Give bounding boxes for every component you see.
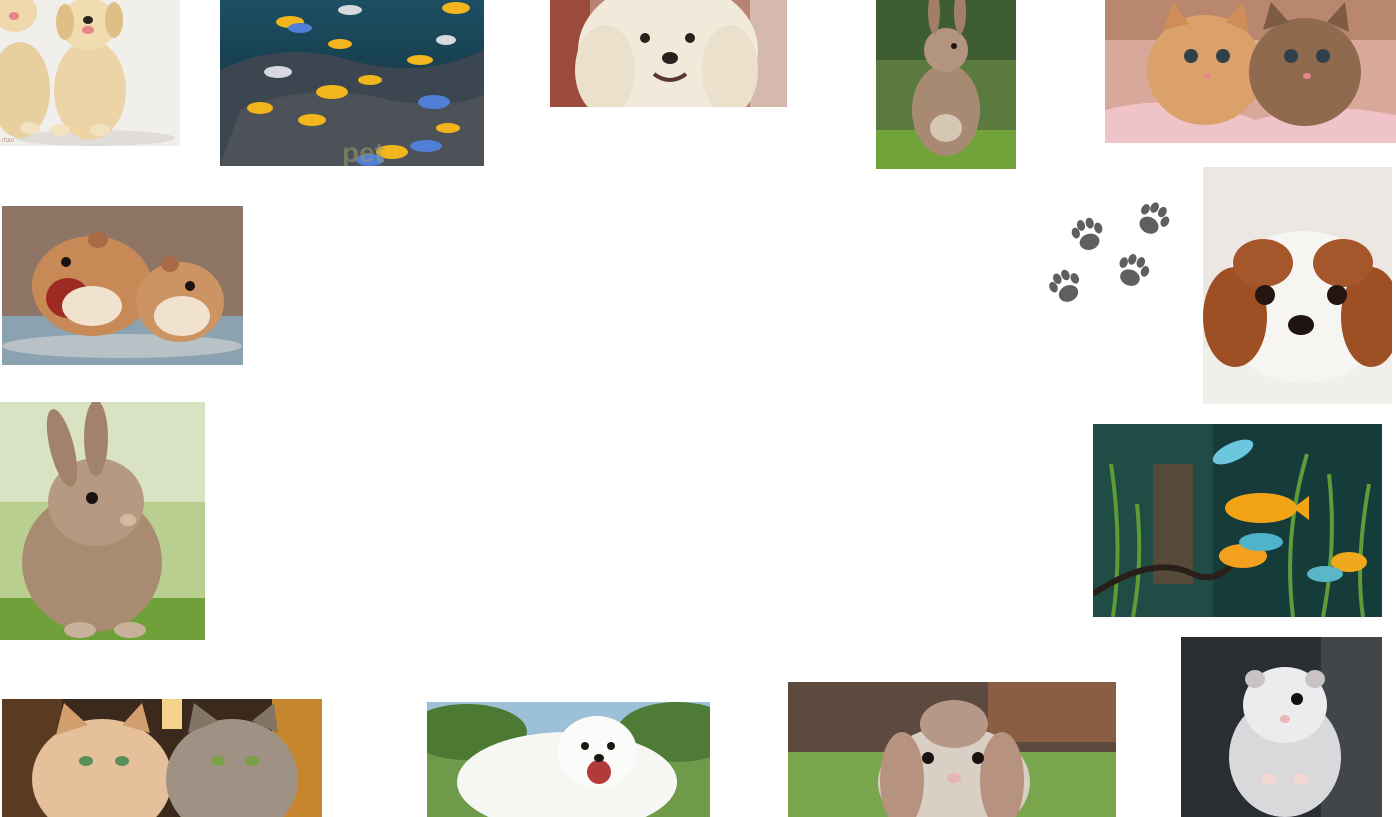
two-hamsters-photo[interactable] (2, 206, 243, 365)
cavalier-king-charles-spaniel-photo[interactable] (1203, 167, 1392, 404)
lop-eared-rabbit-photo[interactable] (788, 682, 1116, 817)
golden-retriever-puppies-photo[interactable]: rfoto (0, 0, 180, 146)
photo-watermark: pet (342, 137, 384, 166)
two-long-haired-cats-photo[interactable] (2, 699, 322, 817)
fluffy-bunny-photo[interactable] (0, 402, 205, 640)
aquarium-cichlid-fish-photo[interactable]: pet (220, 0, 484, 166)
photo-watermark: rfoto (2, 138, 15, 144)
white-dwarf-hamster-photo[interactable] (1181, 637, 1382, 817)
paw-prints-icon (1040, 192, 1180, 308)
aquarium-fish-photo[interactable] (1093, 424, 1382, 617)
samoyed-dog-photo[interactable] (427, 702, 710, 817)
two-kittens-on-blanket-photo[interactable] (1105, 0, 1396, 143)
white-maltese-dog-photo[interactable] (550, 0, 787, 107)
brown-rabbit-on-grass-photo[interactable] (876, 0, 1016, 169)
